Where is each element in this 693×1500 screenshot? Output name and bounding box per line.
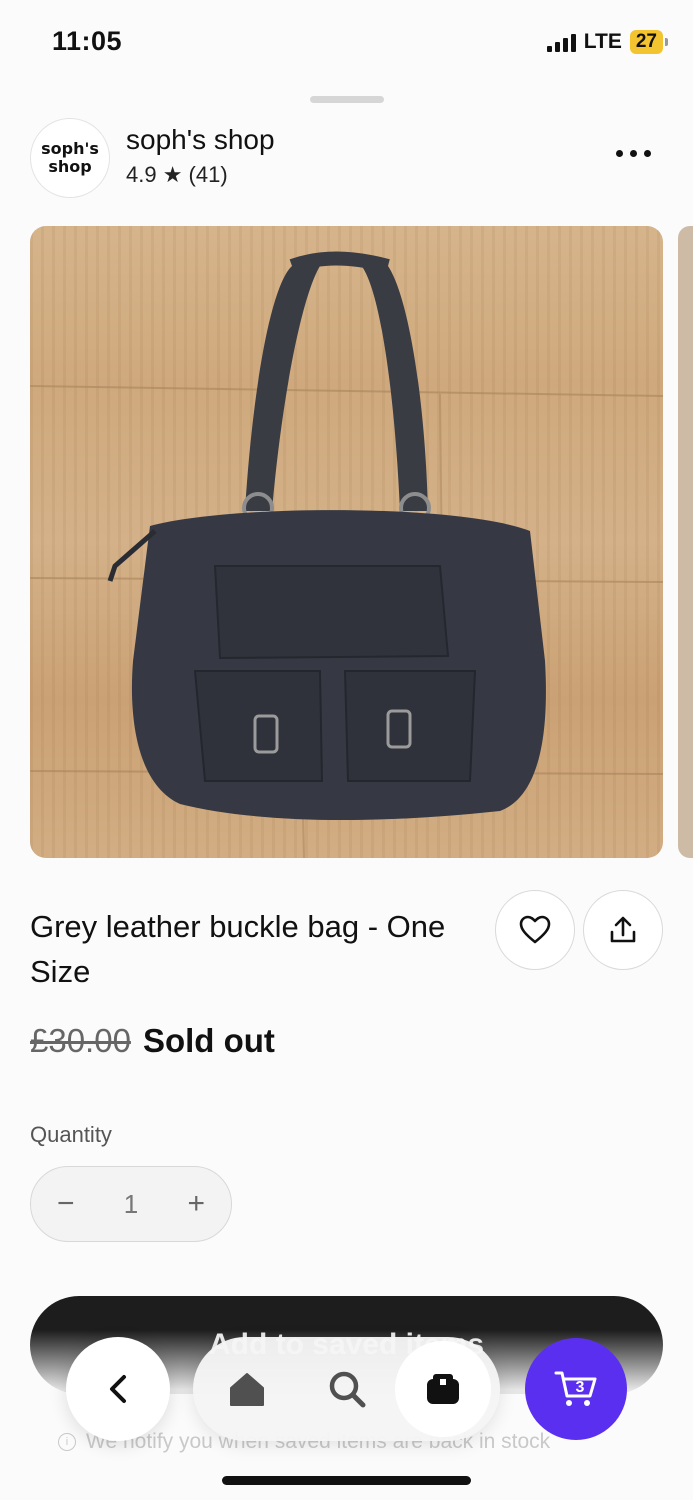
shop-name[interactable]: soph's shop <box>126 124 275 156</box>
status-time: 11:05 <box>52 26 123 56</box>
nav-home-button[interactable] <box>215 1357 279 1421</box>
status-indicators: LTE 27 <box>546 30 669 54</box>
shop-logo-text-2: shop <box>48 157 92 176</box>
quantity-value: 1 <box>123 1188 139 1219</box>
cart-button[interactable]: 3 <box>525 1338 627 1440</box>
network-label: LTE <box>583 30 622 53</box>
bag-illustration <box>30 251 663 858</box>
quantity-stepper: − 1 + <box>30 1166 232 1242</box>
share-button[interactable] <box>583 890 663 970</box>
nav-search-button[interactable] <box>315 1357 379 1421</box>
sold-out-label: Sold out <box>142 1022 275 1059</box>
shop-logo[interactable]: soph's shop <box>30 118 110 198</box>
home-indicator <box>222 1476 471 1485</box>
product-image[interactable] <box>30 226 663 858</box>
product-title: Grey leather buckle bag - One Size <box>30 909 446 989</box>
back-chevron-icon <box>110 1375 126 1403</box>
battery-level: 27 <box>629 30 669 54</box>
more-icon[interactable] <box>616 150 651 157</box>
shop-logo-text-1: soph's <box>41 139 99 158</box>
shop-rating: 4.9 ★ (41) <box>126 162 228 187</box>
heart-icon <box>519 915 551 944</box>
favorite-button[interactable] <box>495 890 575 970</box>
price-row: £30.00 Sold out <box>30 1022 275 1060</box>
cart-count: 3 <box>576 1379 585 1396</box>
orders-icon <box>427 1374 459 1404</box>
share-icon <box>610 916 636 943</box>
nav-orders-button[interactable] <box>395 1341 491 1437</box>
back-button[interactable] <box>66 1337 170 1441</box>
info-icon: i <box>58 1433 76 1451</box>
cart-icon: 3 <box>554 1371 597 1406</box>
quantity-label: Quantity <box>30 1122 112 1147</box>
quantity-increase-button[interactable]: + <box>187 1187 205 1221</box>
sheet-drag-handle[interactable] <box>310 96 384 103</box>
signal-icon <box>546 32 576 52</box>
quantity-decrease-button[interactable]: − <box>57 1187 75 1221</box>
search-icon <box>329 1371 366 1408</box>
next-image-peek[interactable] <box>678 226 693 858</box>
original-price: £30.00 <box>30 1022 131 1059</box>
bottom-nav <box>193 1337 500 1441</box>
home-icon <box>230 1373 264 1406</box>
